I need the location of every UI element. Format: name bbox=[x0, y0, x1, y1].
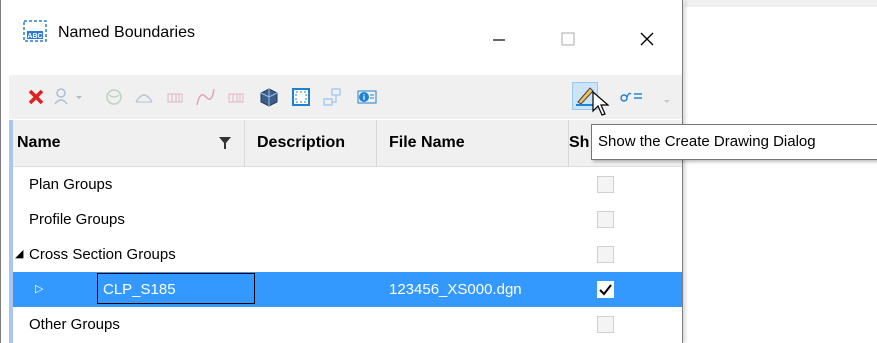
tooltip-text: Show the Create Drawing Dialog bbox=[598, 133, 816, 150]
person-filter-icon[interactable] bbox=[51, 86, 73, 108]
tooltip: Show the Create Drawing Dialog bbox=[591, 124, 877, 160]
svg-text:ABC: ABC bbox=[27, 33, 42, 40]
column-header-file-name[interactable]: File Name bbox=[377, 120, 569, 166]
checkmark-icon bbox=[599, 284, 612, 296]
show-checkbox[interactable] bbox=[597, 211, 614, 228]
named-boundaries-app-icon: ABC bbox=[23, 20, 47, 42]
minimize-icon bbox=[493, 39, 505, 41]
show-checkbox[interactable] bbox=[597, 246, 614, 263]
close-icon bbox=[640, 32, 654, 46]
show-checkbox[interactable] bbox=[597, 176, 614, 193]
row-file-name: 123456_XS000.dgn bbox=[389, 281, 522, 298]
table-row-selected[interactable]: ▷ CLP_S185 123456_XS000.dgn bbox=[13, 272, 682, 307]
column-header-name-label: Name bbox=[17, 134, 61, 151]
structure-icon[interactable] bbox=[321, 86, 343, 108]
table-row[interactable]: ◢ Cross Section Groups bbox=[13, 237, 682, 272]
maximize-button[interactable] bbox=[543, 14, 593, 54]
column-header-file-name-label: File Name bbox=[389, 134, 465, 151]
frame-icon[interactable] bbox=[290, 86, 312, 108]
sigma-icon[interactable] bbox=[618, 86, 648, 108]
expander-expand-icon[interactable]: ▷ bbox=[35, 272, 43, 307]
show-checkbox-checked[interactable] bbox=[597, 281, 614, 298]
info-icon[interactable]: i bbox=[356, 86, 378, 108]
table-row[interactable]: Other Groups bbox=[13, 307, 682, 342]
filter-icon[interactable] bbox=[218, 136, 232, 150]
table-row[interactable]: Plan Groups bbox=[13, 167, 682, 202]
globe-icon[interactable] bbox=[103, 86, 125, 108]
close-button[interactable] bbox=[622, 14, 672, 54]
row-name: Plan Groups bbox=[29, 176, 113, 193]
column-header-show-label: Sh bbox=[569, 134, 590, 151]
maximize-icon bbox=[561, 32, 575, 46]
expander-collapse-icon[interactable]: ◢ bbox=[15, 237, 23, 272]
row-name: Cross Section Groups bbox=[29, 246, 176, 263]
row-name: CLP_S185 bbox=[103, 281, 176, 298]
mouse-cursor-icon bbox=[592, 91, 610, 116]
column-header-description[interactable]: Description bbox=[245, 120, 377, 166]
minimize-button[interactable] bbox=[473, 14, 523, 54]
svg-text:i: i bbox=[363, 93, 365, 102]
chevron-down-icon[interactable] bbox=[661, 86, 673, 108]
background-strip bbox=[685, 0, 877, 7]
row-name: Other Groups bbox=[29, 316, 120, 333]
table-row[interactable]: Profile Groups bbox=[13, 202, 682, 237]
row-name: Profile Groups bbox=[29, 211, 125, 228]
grid-header: Name Description File Name Sh bbox=[13, 120, 682, 167]
background-area bbox=[685, 0, 877, 343]
arc-icon[interactable] bbox=[133, 86, 155, 108]
named-boundaries-window: ABC Named Boundaries i Name Description … bbox=[0, 0, 683, 343]
column-header-description-label: Description bbox=[257, 134, 346, 151]
curve-icon[interactable] bbox=[194, 86, 216, 108]
cube-icon[interactable] bbox=[258, 86, 280, 108]
grid-icon[interactable] bbox=[225, 86, 247, 108]
grid-icon[interactable] bbox=[164, 86, 186, 108]
show-checkbox[interactable] bbox=[597, 316, 614, 333]
column-header-name[interactable]: Name bbox=[13, 120, 245, 166]
window-title: Named Boundaries bbox=[58, 24, 195, 41]
delete-icon[interactable] bbox=[25, 86, 47, 108]
chevron-down-icon[interactable] bbox=[73, 86, 85, 108]
